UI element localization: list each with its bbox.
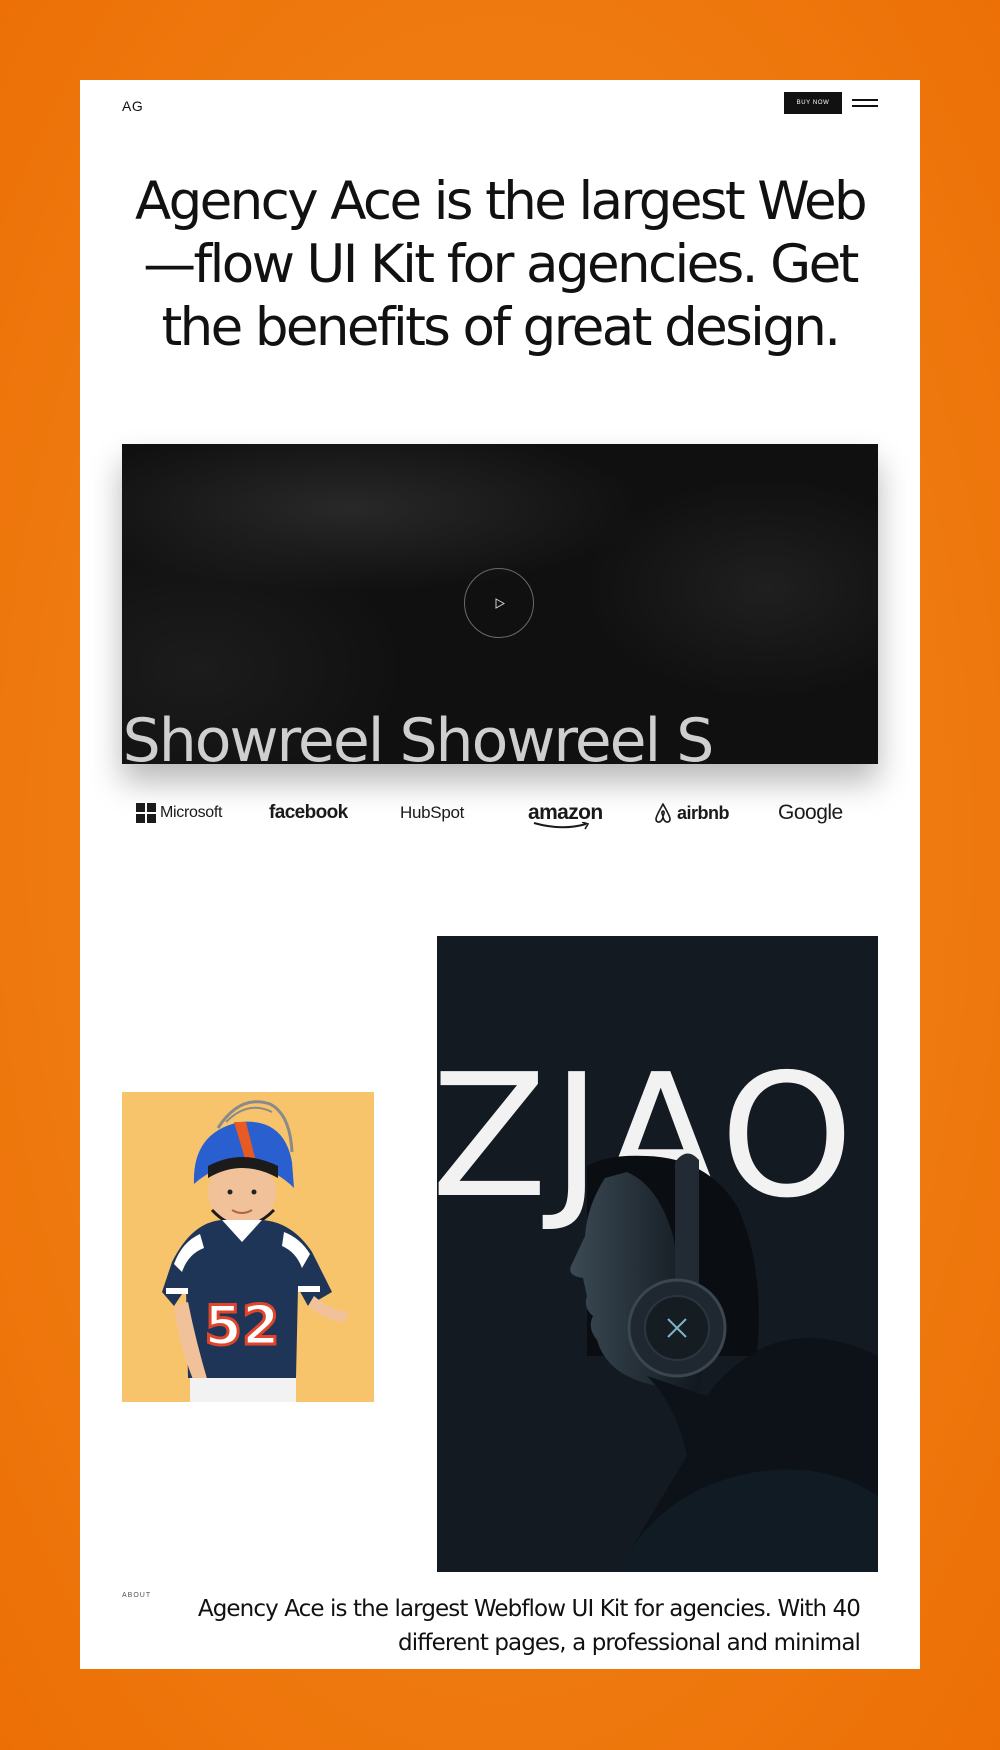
about-label: ABOUT <box>122 1592 152 1599</box>
showreel-video[interactable]: el Showreel Showreel S <box>122 444 878 764</box>
amazon-logo: amazon <box>528 798 603 830</box>
facebook-label: facebook <box>269 802 348 823</box>
google-label: Google <box>778 801 843 824</box>
hamburger-menu-icon[interactable] <box>852 95 878 111</box>
menu-line <box>852 99 878 101</box>
showreel-marquee: el Showreel Showreel S <box>122 706 714 764</box>
hubspot-label: HubSpot <box>400 803 465 822</box>
google-logo: Google <box>778 798 843 828</box>
person-with-headphones <box>570 1153 878 1572</box>
microsoft-label: Microsoft <box>160 804 223 821</box>
play-button[interactable] <box>464 568 534 638</box>
facebook-logo: facebook <box>269 798 348 828</box>
airbnb-logo: airbnb <box>653 798 730 828</box>
microsoft-logo: Microsoft <box>136 798 223 828</box>
kid-football-photo: 52 <box>122 1092 374 1402</box>
hero-title: Agency Ace is the largest Web—flow UI Ki… <box>134 171 868 358</box>
jersey-number: 52 <box>204 1294 279 1357</box>
airbnb-icon <box>655 803 671 823</box>
kid-illustration: 52 <box>162 1100 348 1402</box>
amazon-smile-icon <box>533 822 590 830</box>
page-card: AG BUY NOW Agency Ace is the largest Web… <box>80 80 920 1669</box>
play-icon <box>495 598 505 609</box>
microsoft-icon <box>136 803 156 823</box>
client-logos: Microsoft facebook HubSpot amazon airbnb… <box>122 798 878 830</box>
airbnb-label: airbnb <box>677 802 730 823</box>
menu-line <box>852 105 878 107</box>
hubspot-logo: HubSpot <box>400 798 464 828</box>
headphones-poster: ZJAO <box>437 936 878 1572</box>
site-logo[interactable]: AG <box>122 98 143 114</box>
buy-now-button[interactable]: BUY NOW <box>784 92 842 114</box>
about-text: Agency Ace is the largest Webflow UI Kit… <box>197 1596 861 1656</box>
